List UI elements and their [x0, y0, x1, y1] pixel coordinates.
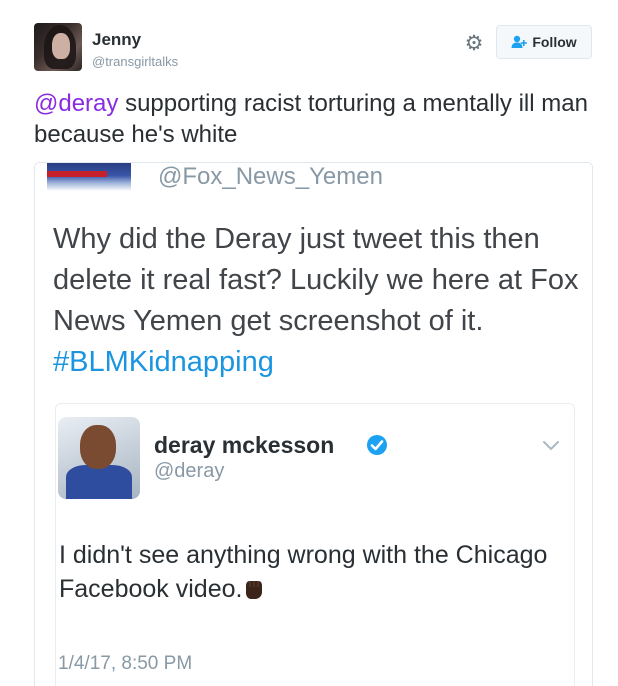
user-avatar[interactable] [34, 23, 82, 71]
screenshot-hashtag: #BLMKidnapping [53, 346, 274, 378]
follow-button[interactable]: Follow [496, 25, 592, 59]
embedded-avatar-body [66, 465, 132, 499]
thumbnail-banner [47, 171, 107, 177]
avatar-face [52, 33, 70, 59]
embedded-avatar-head [80, 425, 116, 469]
follow-person-icon [511, 35, 528, 48]
attached-screenshot[interactable]: @Fox_News_Yemen Why did the Deray just t… [34, 162, 593, 686]
embedded-timestamp: 1/4/17, 8:50 PM [58, 653, 193, 674]
embedded-tweet-card: deray mckesson @deray I didn't see anyth… [55, 403, 575, 686]
follow-label: Follow [532, 34, 577, 50]
user-handle[interactable]: @transgirltalks [92, 54, 178, 69]
raised-fist-icon [246, 581, 263, 599]
user-name[interactable]: Jenny [92, 30, 141, 50]
gear-icon[interactable]: ⚙ [463, 33, 485, 55]
screenshot-tweet-text: Why did the Deray just tweet this then d… [53, 219, 583, 383]
tweet-text: @deray supporting racist torturing a men… [34, 88, 594, 150]
tweet-body: supporting racist torturing a mentally i… [34, 90, 588, 148]
chevron-down-icon [543, 441, 559, 451]
embedded-tweet-text: I didn't see anything wrong with the Chi… [59, 538, 559, 606]
fox-news-thumbnail [47, 163, 131, 191]
embedded-user-name: deray mckesson [154, 432, 335, 458]
embedded-body: I didn't see anything wrong with the Chi… [59, 541, 548, 603]
embedded-user-handle: @deray [154, 460, 225, 482]
screenshot-handle: @Fox_News_Yemen [158, 163, 383, 190]
mention-link[interactable]: @deray [34, 90, 118, 117]
tweet-header: Jenny @transgirltalks ⚙ Follow [34, 23, 594, 75]
embedded-avatar [58, 417, 140, 499]
verified-badge-icon [367, 435, 387, 455]
screenshot-body: Why did the Deray just tweet this then d… [53, 223, 579, 337]
